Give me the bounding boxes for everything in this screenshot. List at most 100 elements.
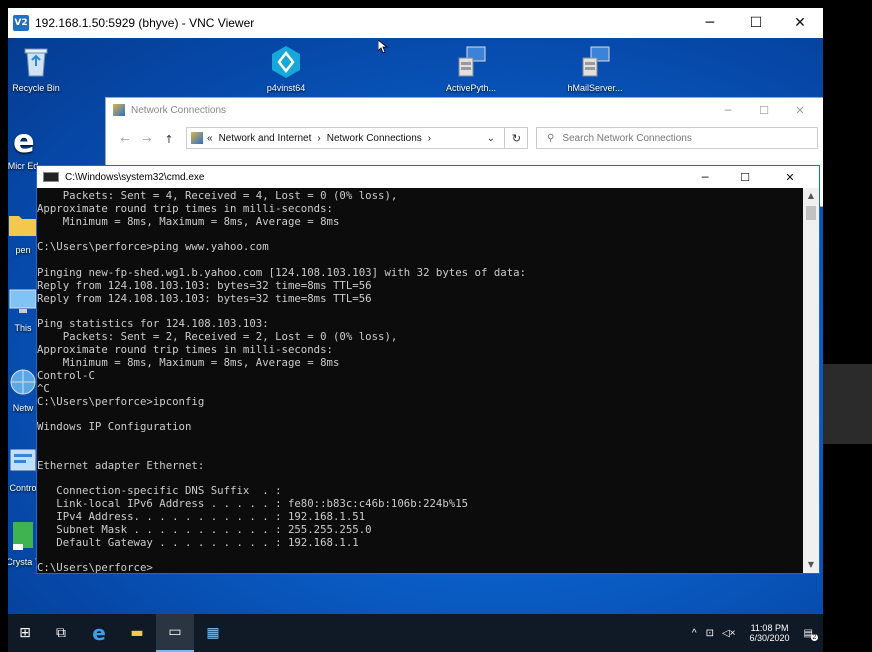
explorer-window-title: Network Connections	[131, 104, 227, 116]
cmd-taskbar-icon: ▭	[168, 624, 182, 640]
console-line: Minimum = 8ms, Maximum = 8ms, Average = …	[37, 214, 340, 228]
console-line: Control-C	[37, 368, 95, 382]
start-button[interactable]: ⊞	[8, 614, 42, 652]
up-button[interactable]: ↑	[158, 133, 180, 146]
address-dropdown-icon[interactable]: ⌄	[487, 133, 495, 144]
vnc-close-button[interactable]: ✕	[777, 8, 823, 38]
desktop-icon-label: ActivePyth...	[445, 83, 497, 93]
edge-icon: e	[8, 122, 41, 160]
console-line: C:\Users\perforce>ipconfig	[37, 394, 205, 408]
scroll-down-button[interactable]: ▼	[803, 557, 819, 573]
console-line: Packets: Sent = 4, Received = 4, Lost = …	[37, 189, 398, 202]
desktop-icon-label: This	[14, 323, 32, 333]
tray-network-icon[interactable]: ⊡	[706, 628, 714, 639]
explorer-maximize-button[interactable]: ☐	[746, 98, 782, 122]
file-explorer-icon: ▬	[130, 625, 144, 641]
breadcrumb-network-and-internet[interactable]: Network and Internet	[219, 133, 312, 144]
vnc-maximize-button[interactable]: ☐	[733, 8, 779, 38]
address-location-icon	[191, 132, 203, 144]
explorer-navigation-bar: ← → ↑ « Network and Internet › Network C…	[106, 126, 823, 152]
desktop-icon-label: p4vinst64	[266, 83, 306, 93]
taskbar-cmd-button[interactable]: ▭	[156, 614, 194, 652]
explorer-title-bar[interactable]: Network Connections ─ ☐ ✕	[106, 98, 823, 122]
explorer-close-button[interactable]: ✕	[782, 98, 818, 122]
taskbar: ⊞ ⧉ e ▬ ▭ ▦ ^ ⊡ ◁× 11:08 PM 6/30/2020 ▤ …	[8, 614, 823, 652]
desktop-icon-recycle-bin[interactable]: Recycle Bin	[8, 44, 71, 93]
desktop-icon-p4vinst64[interactable]: p4vinst64	[251, 44, 321, 93]
search-box[interactable]: ⚲ Search Network Connections	[536, 127, 818, 149]
refresh-button[interactable]: ↻	[504, 127, 528, 149]
explorer-minimize-button[interactable]: ─	[710, 98, 746, 122]
screen: V2 192.168.1.50:5929 (bhyve) - VNC Viewe…	[0, 0, 872, 652]
taskbar-edge-button[interactable]: e	[80, 614, 118, 652]
desktop-icon-label: Netw	[12, 403, 34, 413]
desktop-icon-label: Contro	[9, 483, 37, 493]
cmd-close-button[interactable]: ✕	[772, 166, 808, 188]
mouse-cursor-icon	[378, 40, 388, 54]
forward-button[interactable]: →	[136, 133, 158, 146]
breadcrumb-separator[interactable]: ›	[317, 133, 320, 144]
host-desktop-edge	[0, 0, 8, 652]
desktop-icon-label: pen	[15, 245, 31, 255]
network-connections-icon	[113, 104, 125, 116]
desktop-icon-activepython[interactable]: ActivePyth...	[436, 44, 506, 93]
back-button[interactable]: ←	[114, 133, 136, 146]
scroll-up-button[interactable]: ▲	[803, 188, 819, 204]
console-line: Minimum = 8ms, Maximum = 8ms, Average = …	[37, 355, 340, 369]
network-connections-taskbar-icon: ▦	[206, 625, 220, 641]
clock-time: 11:08 PM	[750, 623, 789, 633]
console-line: IPv4 Address. . . . . . . . . . . : 192.…	[37, 510, 366, 524]
console-line: Ethernet adapter Ethernet:	[37, 458, 205, 472]
desktop-icon-label: Micr Ed	[8, 161, 39, 171]
console-line: Approximate round trip times in milli-se…	[37, 201, 333, 215]
cmd-window-title: C:\Windows\system32\cmd.exe	[65, 171, 205, 183]
notification-count-badge: 2	[810, 633, 819, 641]
breadcrumb-network-connections[interactable]: Network Connections	[327, 133, 422, 144]
task-view-button[interactable]: ⧉	[42, 614, 80, 652]
hmailserver-installer-icon	[577, 44, 613, 80]
desktop-icon-label: Crysta 7	[8, 557, 40, 567]
scroll-thumb[interactable]	[806, 206, 816, 220]
remote-desktop[interactable]: Recycle Bin p4vinst64 ActivePyth... hMai…	[8, 38, 823, 652]
task-view-icon: ⧉	[56, 625, 66, 641]
system-tray: ^ ⊡ ◁× 11:08 PM 6/30/2020 ▤ 2	[687, 614, 823, 652]
breadcrumb-separator[interactable]: ›	[428, 133, 431, 144]
desktop-icon-hmailserver[interactable]: hMailServer...	[560, 44, 630, 93]
console-line: C:\Users\perforce>	[37, 561, 153, 573]
tray-volume-muted-icon[interactable]: ◁×	[722, 628, 736, 639]
cmd-window[interactable]: C:\Windows\system32\cmd.exe ─ ☐ ✕ Packet…	[36, 165, 820, 574]
recycle-bin-icon	[18, 44, 54, 80]
address-bar[interactable]: « Network and Internet › Network Connect…	[186, 127, 528, 149]
cmd-minimize-button[interactable]: ─	[687, 166, 723, 188]
p4v-installer-icon	[268, 44, 304, 80]
console-line: Default Gateway . . . . . . . . . : 192.…	[37, 535, 359, 549]
vnc-window-title: 192.168.1.50:5929 (bhyve) - VNC Viewer	[35, 16, 255, 30]
console-line: Pinging new-fp-shed.wg1.b.yahoo.com [124…	[37, 266, 527, 280]
vnc-minimize-button[interactable]: ─	[687, 8, 733, 38]
host-window-fragment	[823, 364, 872, 444]
console-line: Reply from 124.108.103.103: bytes=32 tim…	[37, 291, 372, 305]
cmd-icon	[43, 172, 59, 182]
tray-overflow-chevron-icon[interactable]: ^	[692, 628, 697, 639]
cmd-maximize-button[interactable]: ☐	[727, 166, 763, 188]
address-overflow[interactable]: «	[207, 133, 213, 144]
vnc-title-bar[interactable]: V2 192.168.1.50:5929 (bhyve) - VNC Viewe…	[8, 8, 823, 38]
desktop-icon-label: Recycle Bin	[12, 83, 60, 93]
console-line: Windows IP Configuration	[37, 420, 192, 434]
svg-text:e: e	[13, 122, 35, 158]
cmd-title-bar[interactable]: C:\Windows\system32\cmd.exe ─ ☐ ✕	[37, 166, 819, 188]
console-line: C:\Users\perforce>ping www.yahoo.com	[37, 240, 269, 254]
search-icon: ⚲	[547, 132, 555, 144]
activepython-installer-icon	[453, 44, 489, 80]
taskbar-network-connections-button[interactable]: ▦	[194, 614, 232, 652]
console-output[interactable]: Packets: Sent = 4, Received = 4, Lost = …	[37, 188, 805, 573]
cmd-scrollbar[interactable]: ▲ ▼	[803, 188, 819, 573]
desktop-icon-edge[interactable]: e Micr Ed	[8, 122, 58, 171]
console-line: Reply from 124.108.103.103: bytes=32 tim…	[37, 278, 372, 292]
taskbar-file-explorer-button[interactable]: ▬	[118, 614, 156, 652]
clock[interactable]: 11:08 PM 6/30/2020	[750, 623, 790, 643]
notification-center-button[interactable]: ▤ 2	[804, 628, 819, 641]
vnc-logo-icon: V2	[13, 15, 29, 31]
